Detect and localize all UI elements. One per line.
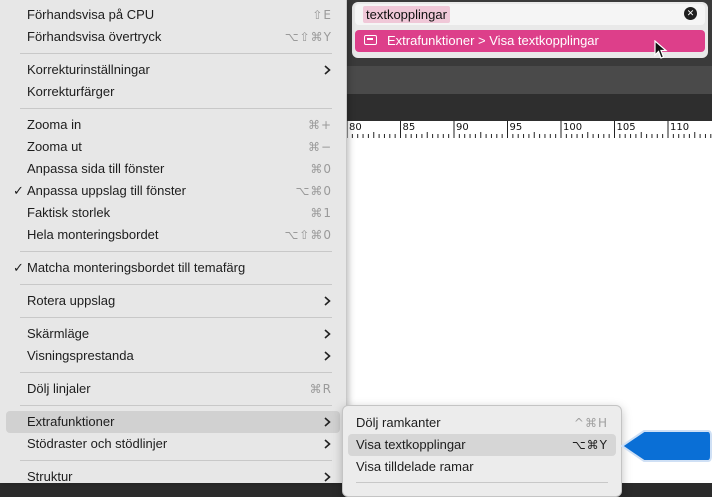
submenu-item-label: Visa tilldelade ramar bbox=[356, 459, 474, 474]
menu-item-label: Anpassa uppslag till fönster bbox=[27, 183, 186, 198]
menu-item-label: Anpassa sida till fönster bbox=[27, 161, 165, 176]
chevron-right-icon bbox=[324, 296, 331, 306]
menu-item-label: Dölj linjaler bbox=[27, 381, 91, 396]
document-tab-bar bbox=[345, 94, 712, 121]
menu-item[interactable]: Zooma in ⌘+ bbox=[6, 114, 340, 136]
menu-item-label: Korrekturinställningar bbox=[27, 62, 150, 77]
menu-item-label: Hela monteringsbordet bbox=[27, 227, 159, 242]
menu-item[interactable]: Zooma ut ⌘− bbox=[6, 136, 340, 158]
menu-separator bbox=[20, 405, 332, 406]
menu-separator bbox=[20, 251, 332, 252]
menu-item-shortcut: ⌘R bbox=[309, 382, 332, 396]
mouse-pointer-icon bbox=[654, 40, 668, 59]
submenu-item-label: Dölj ramkanter bbox=[356, 415, 441, 430]
menu-item-shortcut: ⌥⇧⌘Y bbox=[284, 30, 332, 44]
menu-item-icon bbox=[364, 35, 377, 45]
submenu-item-shortcut: ⌥⌘Y bbox=[571, 438, 608, 452]
menu-item[interactable]: Faktisk storlek ⌘1 bbox=[6, 202, 340, 224]
ruler-tick-label: 110 bbox=[670, 122, 690, 133]
menu-item[interactable]: Förhandsvisa övertryck ⌥⇧⌘Y bbox=[6, 26, 340, 48]
submenu-item-shortcut: ^⌘H bbox=[573, 416, 608, 430]
control-bar bbox=[345, 66, 712, 94]
callout-arrow-icon bbox=[620, 430, 712, 462]
menu-item[interactable]: ✓ Anpassa uppslag till fönster ⌥⌘0 bbox=[6, 180, 340, 202]
menu-item[interactable]: Stödraster och stödlinjer bbox=[6, 433, 340, 455]
menu-item-shortcut: ⇧E bbox=[312, 8, 332, 22]
menu-item-label: Skärmläge bbox=[27, 326, 90, 341]
menu-item-shortcut: ⌘− bbox=[307, 140, 332, 154]
menu-item[interactable]: ✓ Matcha monteringsbordet till temafärg bbox=[6, 257, 340, 279]
chevron-right-icon bbox=[324, 472, 331, 482]
menu-item-label: Extrafunktioner bbox=[27, 414, 115, 429]
menu-separator bbox=[20, 108, 332, 109]
checkmark-icon: ✓ bbox=[13, 183, 24, 198]
menu-item-shortcut: ⌘0 bbox=[310, 162, 332, 176]
ruler-tick-label: 100 bbox=[563, 122, 583, 133]
menu-separator bbox=[20, 317, 332, 318]
quick-apply-search-value[interactable]: textkopplingar bbox=[363, 6, 450, 23]
menu-separator bbox=[20, 53, 332, 54]
menu-item-label: Korrekturfärger bbox=[27, 84, 115, 99]
menu-item-label: Visningsprestanda bbox=[27, 348, 134, 363]
menu-item[interactable]: Förhandsvisa på CPU ⇧E bbox=[6, 4, 340, 26]
chevron-right-icon bbox=[324, 65, 331, 75]
menu-item-label: Stödraster och stödlinjer bbox=[27, 436, 168, 451]
menu-item[interactable]: Struktur bbox=[6, 466, 340, 488]
menu-item-shortcut: ⌥⌘0 bbox=[295, 184, 332, 198]
view-menu: Förhandsvisa på CPU ⇧E Förhandsvisa övertr… bbox=[0, 0, 347, 484]
menu-separator bbox=[20, 372, 332, 373]
menu-item[interactable]: Visningsprestanda bbox=[6, 345, 340, 367]
menu-item-label: Struktur bbox=[27, 469, 73, 484]
menu-item[interactable]: Korrekturfärger bbox=[6, 81, 340, 103]
menu-item[interactable]: Extrafunktioner bbox=[6, 411, 340, 433]
clear-icon[interactable]: ✕ bbox=[684, 7, 697, 20]
ruler-tick-label: 85 bbox=[402, 122, 416, 133]
checkmark-icon: ✓ bbox=[13, 260, 24, 275]
menu-item-shortcut: ⌘1 bbox=[310, 206, 332, 220]
chevron-right-icon bbox=[324, 439, 331, 449]
chevron-right-icon bbox=[324, 329, 331, 339]
chevron-right-icon bbox=[324, 351, 331, 361]
menu-separator bbox=[20, 284, 332, 285]
menu-item-label: Rotera uppslag bbox=[27, 293, 116, 308]
menu-item[interactable]: Korrekturinställningar bbox=[6, 59, 340, 81]
submenu-item-label: Visa textkopplingar bbox=[356, 437, 466, 452]
ruler-tick-label: 105 bbox=[616, 122, 636, 133]
menu-item-label: Matcha monteringsbordet till temafärg bbox=[27, 260, 246, 275]
ruler-tick-label: 95 bbox=[509, 122, 523, 133]
quick-apply-result-label: Extrafunktioner > Visa textkopplingar bbox=[387, 33, 599, 48]
ruler-tick-label: 90 bbox=[456, 122, 469, 133]
menu-item[interactable]: Dölj linjaler ⌘R bbox=[6, 378, 340, 400]
submenu-item[interactable]: Visa textkopplingar ⌥⌘Y bbox=[348, 434, 616, 456]
menu-item-shortcut: ⌘+ bbox=[307, 118, 332, 132]
chevron-right-icon bbox=[324, 417, 331, 427]
menu-item-shortcut: ⌥⇧⌘0 bbox=[284, 228, 332, 242]
submenu-item[interactable]: Dölj ramkanter ^⌘H bbox=[348, 412, 616, 434]
quick-apply-result[interactable]: Extrafunktioner > Visa textkopplingar bbox=[355, 30, 705, 52]
ruler-tick-label: 80 bbox=[349, 122, 362, 133]
menu-item[interactable]: Hela monteringsbordet ⌥⇧⌘0 bbox=[6, 224, 340, 246]
menu-item[interactable]: Skärmläge bbox=[6, 323, 340, 345]
extras-submenu: Dölj ramkanter ^⌘H Visa textkopplingar ⌥⌘Y V… bbox=[342, 405, 622, 497]
menu-item[interactable]: Rotera uppslag bbox=[6, 290, 340, 312]
horizontal-ruler: 8085909510010511011 bbox=[345, 121, 712, 139]
menu-item[interactable]: Anpassa sida till fönster ⌘0 bbox=[6, 158, 340, 180]
menu-separator bbox=[20, 460, 332, 461]
menu-item-label: Förhandsvisa på CPU bbox=[27, 7, 155, 22]
ruler-ticks bbox=[346, 121, 712, 138]
menu-item-label: Zooma ut bbox=[27, 139, 82, 154]
menu-item-label: Zooma in bbox=[27, 117, 82, 132]
submenu-item[interactable]: Visa tilldelade ramar bbox=[348, 456, 616, 478]
menu-item-label: Förhandsvisa övertryck bbox=[27, 29, 162, 44]
menu-item-label: Faktisk storlek bbox=[27, 205, 111, 220]
